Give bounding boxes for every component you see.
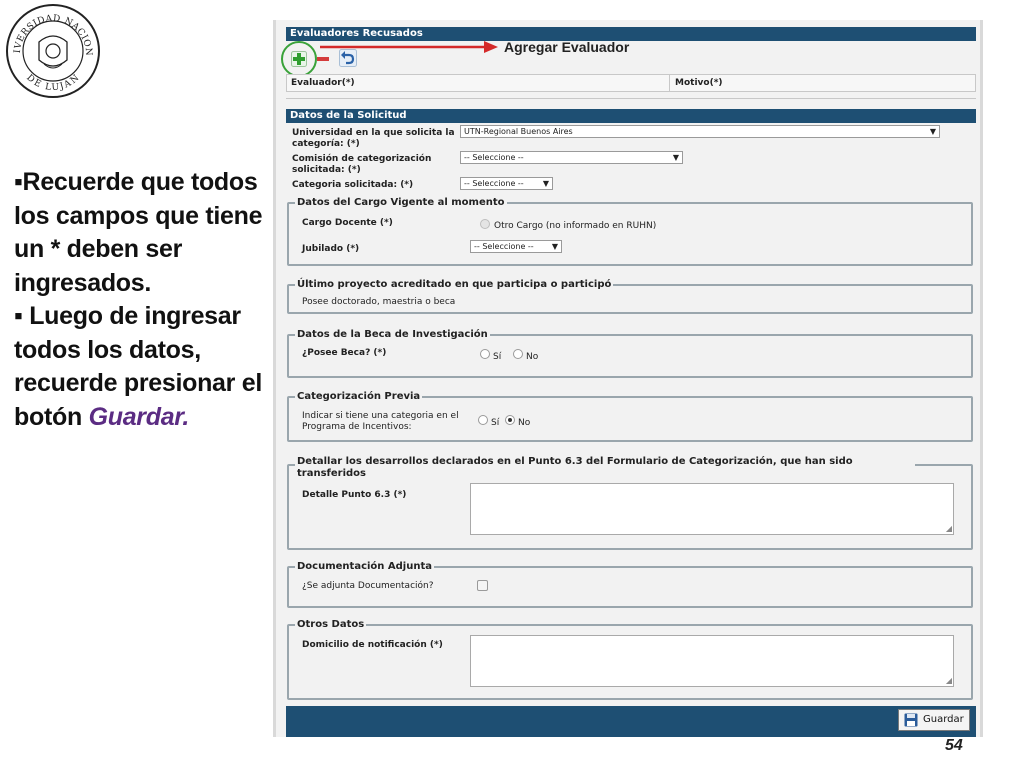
jubilado-label: Jubilado (*) (302, 244, 360, 254)
desarrollos-fieldset: Detallar los desarrollos declarados en e… (287, 456, 973, 550)
instruction-save: ▪ Luego de ingresar todos los datos, rec… (14, 300, 272, 434)
save-button[interactable]: Guardar (898, 709, 970, 731)
chevron-down-icon: ▼ (551, 242, 558, 251)
beca-no-radio[interactable] (513, 349, 523, 359)
resize-grip-icon[interactable]: ◢ (946, 677, 952, 685)
beca-si-radio[interactable] (480, 349, 490, 359)
column-evaluador: Evaluador(*) (291, 78, 355, 88)
otro-cargo-radio[interactable] (480, 219, 490, 229)
proyecto-text: Posee doctorado, maestria o beca (302, 297, 456, 307)
save-button-label: Guardar (923, 714, 964, 725)
chevron-down-icon: ▼ (672, 153, 679, 162)
column-separator (669, 75, 670, 91)
desarrollos-legend: Detallar los desarrollos declarados en e… (295, 456, 915, 480)
categoria-select[interactable]: -- Seleccione -- ▼ (460, 177, 553, 190)
domicilio-textarea[interactable]: ◢ (470, 635, 954, 687)
university-logo: UNIVERSIDAD NACIONAL DE LUJAN (0, 0, 102, 100)
evaluadores-header: Evaluadores Recusados (286, 27, 976, 41)
evaluadores-grid-header: Evaluador(*) Motivo(*) (286, 74, 976, 92)
categoria-label: Categoria solicitada: (*) (292, 180, 414, 190)
cargo-fieldset: Datos del Cargo Vigente al momento Cargo… (287, 197, 973, 266)
detalle-punto-textarea[interactable]: ◢ (470, 483, 954, 535)
cargo-legend: Datos del Cargo Vigente al momento (295, 197, 507, 209)
column-motivo: Motivo(*) (675, 78, 723, 88)
detalle-punto-label: Detalle Punto 6.3 (*) (302, 490, 407, 500)
cargo-docente-label: Cargo Docente (*) (302, 218, 393, 228)
jubilado-select[interactable]: -- Seleccione -- ▼ (470, 240, 562, 253)
plus-icon (291, 51, 307, 67)
previa-si-radio[interactable] (478, 415, 488, 425)
form-footer: Guardar (286, 706, 976, 737)
instruction-required-fields: ▪Recuerde que todos los campos que tiene… (14, 168, 263, 297)
comision-select[interactable]: -- Seleccione -- ▼ (460, 151, 683, 164)
proyecto-legend: Último proyecto acreditado en que partic… (295, 279, 614, 291)
documentacion-label: ¿Se adjunta Documentación? (302, 581, 434, 591)
previa-no-label: No (518, 418, 531, 428)
otros-legend: Otros Datos (295, 619, 367, 631)
add-evaluator-annotation: Agregar Evaluador (504, 39, 630, 55)
documentacion-checkbox[interactable] (477, 580, 488, 591)
domicilio-label: Domicilio de notificación (*) (302, 640, 443, 650)
universidad-value: UTN-Regional Buenos Aires (464, 127, 573, 136)
solicitud-header: Datos de la Solicitud (286, 109, 976, 123)
documentacion-fieldset: Documentación Adjunta ¿Se adjunta Docume… (287, 561, 973, 608)
resize-grip-icon[interactable]: ◢ (946, 525, 952, 533)
beca-fieldset: Datos de la Beca de Investigación ¿Posee… (287, 329, 973, 378)
grid-bottom-line (286, 98, 976, 99)
categoria-value: -- Seleccione -- (464, 179, 524, 188)
add-evaluator-button[interactable] (291, 51, 307, 67)
otro-cargo-label: Otro Cargo (no informado en RUHN) (494, 221, 657, 231)
instructions-panel: ▪Recuerde que todos los campos que tiene… (14, 166, 272, 434)
posee-beca-label: ¿Posee Beca? (*) (302, 348, 387, 358)
proyecto-fieldset: Último proyecto acreditado en que partic… (287, 279, 973, 314)
chevron-down-icon: ▼ (929, 127, 936, 136)
previa-no-radio[interactable] (505, 415, 515, 425)
universidad-label: Universidad en la que solicita la catego… (292, 128, 455, 149)
comision-value: -- Seleccione -- (464, 153, 524, 162)
previa-label: Indicar si tiene una categoria en el Pro… (302, 411, 459, 432)
floppy-disk-icon (904, 713, 918, 727)
beca-no-label: No (526, 352, 539, 362)
categorization-form: Evaluadores Recusados Agregar Evaluador … (273, 20, 983, 737)
chevron-down-icon: ▼ (542, 179, 549, 188)
comision-label: Comisión de categorización solicitada: (… (292, 154, 432, 175)
instruction-save-emphasis: Guardar. (88, 402, 190, 431)
jubilado-value: -- Seleccione -- (474, 242, 534, 251)
previa-si-label: Sí (491, 418, 500, 428)
arrow-icon (320, 41, 498, 53)
previa-legend: Categorización Previa (295, 391, 423, 403)
otros-fieldset: Otros Datos Domicilio de notificación (*… (287, 619, 973, 700)
page-number: 54 (945, 737, 963, 754)
universidad-select[interactable]: UTN-Regional Buenos Aires ▼ (460, 125, 940, 138)
previa-fieldset: Categorización Previa Indicar si tiene u… (287, 391, 973, 442)
beca-legend: Datos de la Beca de Investigación (295, 329, 490, 341)
beca-si-label: Sí (493, 352, 502, 362)
documentacion-legend: Documentación Adjunta (295, 561, 434, 573)
